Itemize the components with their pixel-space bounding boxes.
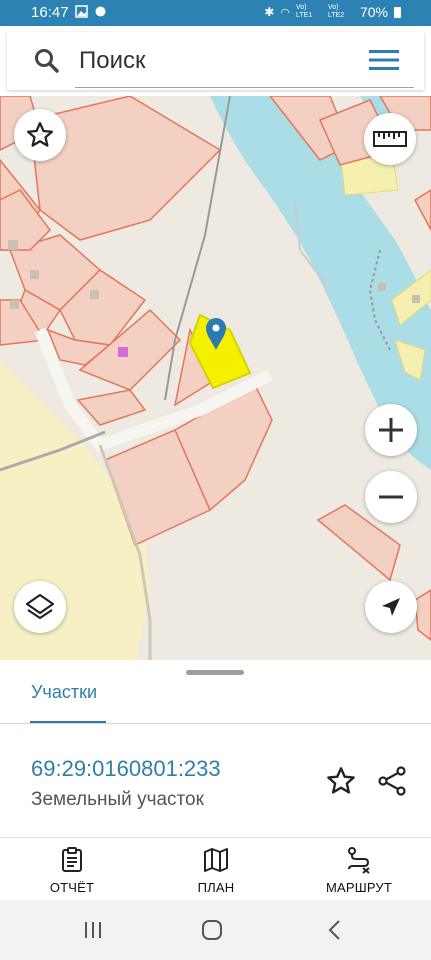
search-input[interactable] [77, 42, 361, 80]
notification-icon [95, 6, 106, 17]
tab-divider [0, 723, 431, 724]
bottom-sheet: Участки 69:29:0160801:233 Земельный учас… [0, 660, 431, 838]
status-time: 16:47 [31, 4, 69, 21]
share-button[interactable] [372, 761, 412, 801]
nav-plan[interactable]: ПЛАН [161, 846, 271, 895]
search-bar [7, 32, 424, 90]
system-navigation-bar [0, 900, 431, 960]
menu-icon[interactable] [368, 48, 400, 72]
plus-icon [379, 418, 403, 442]
search-icon[interactable] [34, 48, 60, 74]
tab-parcels[interactable]: Участки [31, 682, 97, 703]
star-icon [327, 767, 355, 794]
layers-icon [25, 593, 55, 620]
battery-text: 70% [359, 4, 388, 20]
clipboard-icon [62, 847, 82, 872]
home-icon[interactable] [201, 919, 223, 941]
nav-plan-label: ПЛАН [197, 880, 235, 895]
share-icon [378, 766, 406, 796]
gallery-icon [75, 5, 88, 18]
map-view[interactable] [0, 96, 431, 660]
minus-icon [379, 495, 403, 499]
wifi-icon: ◠ [280, 6, 290, 19]
back-icon[interactable] [325, 919, 347, 941]
nav-route-label: МАРШРУТ [325, 880, 393, 895]
navigation-arrow-icon [382, 598, 400, 616]
sim2-signal: Vo) LTE2 [327, 4, 345, 19]
map-canvas[interactable] [0, 96, 431, 660]
route-icon [348, 847, 370, 874]
layers-button[interactable] [14, 581, 66, 633]
search-underline [75, 87, 414, 88]
favorite-parcel-button[interactable] [321, 761, 361, 801]
recent-apps-icon[interactable] [82, 919, 104, 941]
favorite-map-button[interactable] [14, 109, 66, 161]
ruler-button[interactable] [364, 113, 416, 165]
parcel-cadastral-number[interactable]: 69:29:0160801:233 [31, 756, 221, 782]
my-location-button[interactable] [365, 581, 417, 633]
sheet-drag-handle[interactable] [186, 670, 244, 675]
bluetooth-icon: ✱ [264, 5, 275, 19]
zoom-out-button[interactable] [365, 471, 417, 523]
ruler-icon [373, 131, 407, 147]
zoom-in-button[interactable] [365, 404, 417, 456]
bottom-navigation: ОТЧЁТ ПЛАН МАРШРУТ [0, 837, 431, 901]
nav-report[interactable]: ОТЧЁТ [17, 846, 127, 895]
sim1-signal: Vo) LTE1 [295, 4, 313, 19]
parcel-type: Земельный участок [31, 789, 204, 810]
nav-route[interactable]: МАРШРУТ [304, 846, 414, 895]
poi-marker [118, 347, 128, 357]
map-icon [204, 848, 228, 872]
status-bar: 16:47 ✱ ◠ Vo) LTE1 Vo) LTE2 70% [0, 0, 431, 26]
star-icon [27, 122, 53, 147]
nav-report-label: ОТЧЁТ [49, 880, 95, 895]
battery-icon [394, 6, 401, 18]
